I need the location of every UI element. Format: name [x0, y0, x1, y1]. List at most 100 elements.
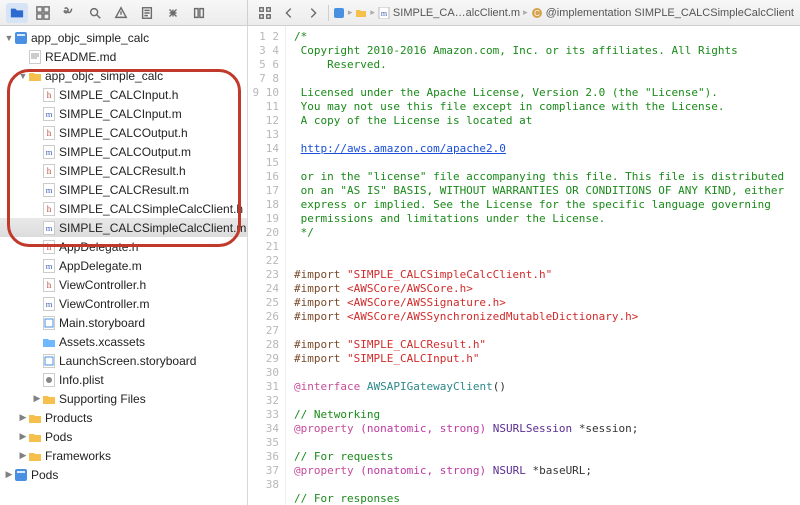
svg-text:m: m [46, 147, 53, 157]
tree-group[interactable]: ▶ Pods [0, 427, 247, 446]
tree-file[interactable]: m SIMPLE_CALCResult.m [0, 180, 247, 199]
tree-label: ViewController.m [59, 297, 149, 311]
breadcrumb-file[interactable]: SIMPLE_CA…alcClient.m [393, 7, 520, 19]
tree-file[interactable]: hSIMPLE_CALCSimpleCalcClient.h [0, 199, 247, 218]
tree-label: Products [45, 411, 92, 425]
h-icon: h [42, 278, 56, 292]
tree-label: ViewController.h [59, 278, 146, 292]
svg-text:m: m [381, 9, 388, 18]
tree-file[interactable]: LaunchScreen.storyboard [0, 351, 247, 370]
disclosure-triangle-icon[interactable]: ▶ [4, 469, 14, 480]
tree-file[interactable]: hAppDelegate.h [0, 237, 247, 256]
tree-label: Info.plist [59, 373, 104, 387]
tree-file[interactable]: mSIMPLE_CALCSimpleCalcClient.m [0, 218, 247, 237]
code-area[interactable]: /* Copyright 2010-2016 Amazon.com, Inc. … [286, 26, 800, 505]
svg-text:C: C [534, 9, 540, 18]
tree-file[interactable]: Main.storyboard [0, 313, 247, 332]
tree-file[interactable]: m SIMPLE_CALCOutput.m [0, 142, 247, 161]
md-icon [28, 50, 42, 64]
svg-text:h: h [47, 166, 52, 176]
tree-label: app_objc_simple_calc [31, 31, 149, 45]
symbol-navigator-tab[interactable] [32, 3, 54, 23]
tree-group[interactable]: ▶ Products [0, 408, 247, 427]
m-icon: m [42, 145, 56, 159]
source-editor[interactable]: 1 2 3 4 5 6 7 8 9 10 11 12 13 14 15 16 1… [248, 26, 800, 505]
tree-file[interactable]: h SIMPLE_CALCInput.h [0, 85, 247, 104]
project-navigator-tab[interactable] [6, 3, 28, 23]
related-items-icon[interactable] [254, 3, 276, 23]
tree-label: AppDelegate.h [59, 240, 138, 254]
svg-text:m: m [46, 299, 53, 309]
tree-label: Pods [45, 430, 72, 444]
tree-label: Supporting Files [59, 392, 146, 406]
m-icon: m [42, 107, 56, 121]
svg-text:m: m [46, 261, 53, 271]
disclosure-triangle-icon[interactable]: ▼ [18, 71, 28, 81]
tree-file[interactable]: h ViewController.h [0, 275, 247, 294]
assets-icon [42, 335, 56, 349]
tree-group[interactable]: ▶ Supporting Files [0, 389, 247, 408]
debug-navigator-tab[interactable] [162, 3, 184, 23]
report-navigator-tab[interactable] [188, 3, 210, 23]
tree-label: LaunchScreen.storyboard [59, 354, 196, 368]
tree-group[interactable]: ▶ Pods [0, 465, 247, 484]
search-navigator-tab[interactable] [84, 3, 106, 23]
tree-file[interactable]: m ViewController.m [0, 294, 247, 313]
tree-label: SIMPLE_CALCResult.m [59, 183, 189, 197]
breadcrumb-symbol[interactable]: @implementation SIMPLE_CALCSimpleCalcCli… [546, 7, 794, 19]
license-link[interactable]: http://aws.amazon.com/apache2.0 [301, 142, 506, 155]
svg-text:h: h [47, 280, 52, 290]
m-icon: m [42, 183, 56, 197]
disclosure-triangle-icon[interactable]: ▶ [18, 412, 28, 423]
svg-text:h: h [47, 128, 52, 138]
project-navigator[interactable]: ▼app_objc_simple_calcREADME.md▼app_objc_… [0, 26, 248, 505]
m-icon: m [42, 221, 56, 235]
tree-file[interactable]: hSIMPLE_CALCResult.h [0, 161, 247, 180]
tree-group[interactable]: ▼app_objc_simple_calc [0, 66, 247, 85]
tree-label: Main.storyboard [59, 316, 145, 330]
tree-label: SIMPLE_CALCOutput.m [59, 145, 191, 159]
issue-navigator-tab[interactable] [110, 3, 132, 23]
find-navigator-tab[interactable] [58, 3, 80, 23]
tree-group[interactable]: ▼ app_objc_simple_calc [0, 28, 247, 47]
svg-text:m: m [46, 185, 53, 195]
h-icon: h [42, 164, 56, 178]
file-tree: ▼app_objc_simple_calcREADME.md▼app_objc_… [0, 26, 247, 488]
proj-icon [14, 31, 28, 45]
class-icon: C [531, 7, 543, 19]
tree-file[interactable]: Assets.xcassets [0, 332, 247, 351]
chevron-right-icon: ▸ [523, 7, 528, 18]
tree-label: SIMPLE_CALCInput.h [59, 88, 178, 102]
m-file-icon: m [378, 7, 390, 19]
disclosure-triangle-icon[interactable]: ▶ [18, 450, 28, 461]
tree-file[interactable]: Info.plist [0, 370, 247, 389]
tree-file[interactable]: hSIMPLE_CALCOutput.h [0, 123, 247, 142]
back-button[interactable] [278, 3, 300, 23]
disclosure-triangle-icon[interactable]: ▼ [4, 33, 14, 43]
tree-label: Assets.xcassets [59, 335, 145, 349]
folder-icon [28, 449, 42, 463]
toolbar-divider [328, 5, 329, 21]
tree-label: SIMPLE_CALCSimpleCalcClient.h [59, 202, 243, 216]
h-icon: h [42, 240, 56, 254]
folder-icon [355, 7, 367, 19]
chevron-right-icon: ▸ [348, 7, 353, 18]
tree-label: Pods [31, 468, 58, 482]
navigator-toolbar [0, 0, 248, 25]
tree-file[interactable]: mAppDelegate.m [0, 256, 247, 275]
svg-text:m: m [46, 223, 53, 233]
m-icon: m [42, 297, 56, 311]
disclosure-triangle-icon[interactable]: ▶ [18, 431, 28, 442]
svg-text:h: h [47, 90, 52, 100]
h-icon: h [42, 88, 56, 102]
forward-button[interactable] [302, 3, 324, 23]
tree-file[interactable]: m SIMPLE_CALCInput.m [0, 104, 247, 123]
tree-label: SIMPLE_CALCInput.m [59, 107, 182, 121]
tree-file[interactable]: README.md [0, 47, 247, 66]
breadcrumb[interactable]: ▸ ▸ m SIMPLE_CA…alcClient.m ▸ C @impleme… [333, 7, 794, 19]
svg-text:m: m [46, 109, 53, 119]
tree-group[interactable]: ▶Frameworks [0, 446, 247, 465]
disclosure-triangle-icon[interactable]: ▶ [32, 393, 42, 404]
test-navigator-tab[interactable] [136, 3, 158, 23]
sb-icon [42, 316, 56, 330]
